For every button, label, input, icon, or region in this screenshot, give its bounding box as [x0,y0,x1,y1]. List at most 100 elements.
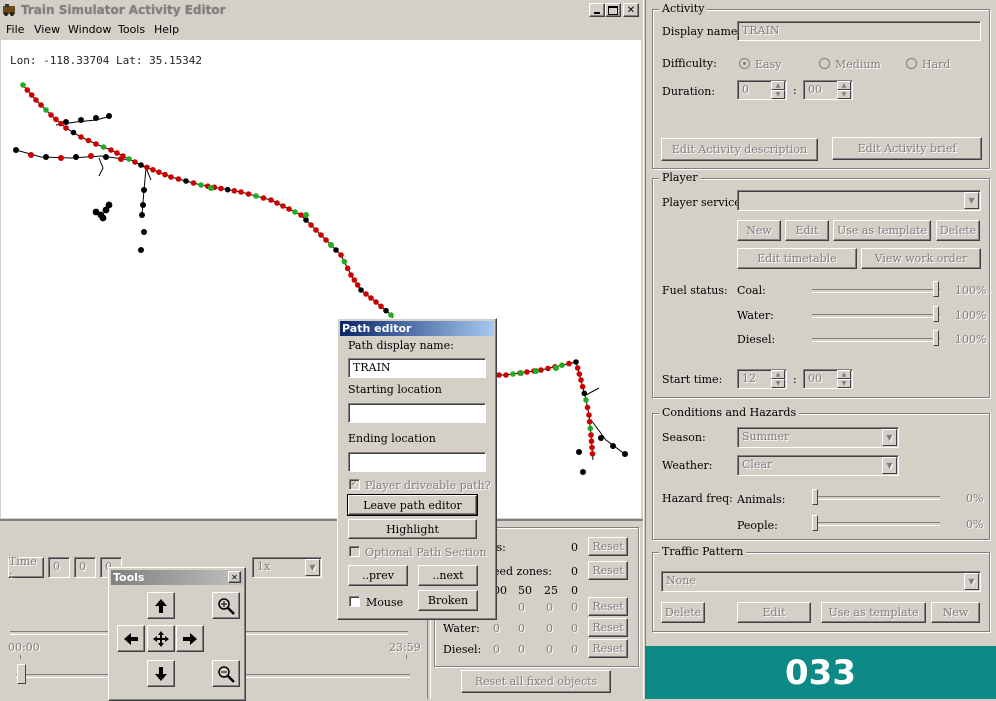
optional-path-checkbox[interactable] [349,546,360,557]
spin-down-icon[interactable]: ▼ [837,379,851,388]
pan-up-button[interactable] [147,592,175,619]
track-node [118,156,124,162]
reset-button-3[interactable]: Reset [588,597,628,616]
reset-button-4[interactable]: Reset [588,618,628,637]
season-select[interactable]: Summer ▼ [737,427,899,448]
edit-activity-brief-button[interactable]: Edit Activity brief [832,137,982,160]
traffic-use-as-template-button[interactable]: Use as template [821,602,926,623]
minimize-button[interactable] [589,3,605,17]
starting-location-input[interactable] [348,403,486,423]
chevron-down-icon[interactable]: ▼ [882,429,897,446]
chevron-down-icon[interactable]: ▼ [305,559,320,576]
traffic-delete-button[interactable]: Delete [661,602,705,623]
player-edit-button[interactable]: Edit [785,220,829,241]
chevron-down-icon[interactable]: ▼ [964,573,979,590]
chevron-down-icon[interactable]: ▼ [882,457,897,474]
reset-all-fixed-objects-button[interactable]: Reset all fixed objects [461,670,611,693]
spin-down-icon[interactable]: ▼ [837,90,851,99]
zoom-in-button[interactable] [212,592,240,619]
ending-location-input[interactable] [348,452,486,472]
traffic-edit-button[interactable]: Edit [737,602,811,623]
reset-button-2[interactable]: Reset [588,561,628,580]
traffic-group-title: Traffic Pattern [659,545,747,558]
duration-hours-spinner[interactable]: ▲ ▼ [771,81,785,99]
time-slider-thumb[interactable] [17,664,26,684]
menu-file[interactable]: File [6,23,24,36]
maximize-button[interactable] [605,3,621,17]
spin-up-icon[interactable]: ▲ [837,370,851,379]
traffic-pattern-select[interactable]: None ▼ [661,571,981,592]
player-delete-button[interactable]: Delete [936,220,980,241]
highlight-button[interactable]: Highlight [348,519,477,539]
track-node [323,237,329,243]
animals-percent: 0% [966,492,984,505]
spin-up-icon[interactable]: ▲ [771,370,785,379]
edit-activity-description-button[interactable]: Edit Activity description [661,138,818,161]
traffic-new-button[interactable]: New [931,602,980,623]
time-field-minutes[interactable]: 0 [74,557,96,578]
track-node [518,370,524,376]
weather-value: Clear [742,458,773,471]
pan-left-button[interactable] [117,625,145,652]
reset-button-1[interactable]: Reset [588,537,628,556]
start-time-hours-spinner[interactable]: ▲ ▼ [771,370,785,388]
track-node [253,193,259,199]
weather-select[interactable]: Clear ▼ [737,455,899,476]
track-segment [22,84,594,461]
map-view[interactable]: Lon: -118.33704 Lat: 35.15342 [1,40,641,518]
spin-up-icon[interactable]: ▲ [837,81,851,90]
pan-down-button[interactable] [147,660,175,687]
water-percent: 100% [955,309,987,322]
diesel-label: Diesel: [443,643,482,656]
weather-label: Weather: [662,459,713,472]
window-title: Train Simulator Activity Editor [21,3,226,17]
spin-down-icon[interactable]: ▼ [771,379,785,388]
prev-button[interactable]: ..prev [348,565,408,586]
next-button[interactable]: ..next [418,565,478,586]
diesel-slider-thumb[interactable] [933,330,939,346]
pan-center-button[interactable] [147,625,175,652]
close-button[interactable]: ✕ [623,3,639,17]
difficulty-medium-radio[interactable] [819,58,830,69]
edit-timetable-button[interactable]: Edit timetable [737,248,857,269]
player-new-button[interactable]: New [737,220,781,241]
chevron-down-icon[interactable]: ▼ [964,192,979,209]
coal-slider-thumb[interactable] [933,281,939,297]
pan-right-button[interactable] [176,625,204,652]
reset-button-5[interactable]: Reset [588,639,628,658]
spin-down-icon[interactable]: ▼ [771,90,785,99]
time-field-hours[interactable]: 0 [48,557,70,578]
menu-tools[interactable]: Tools [118,23,145,36]
spin-up-icon[interactable]: ▲ [771,81,785,90]
people-slider-thumb[interactable] [812,515,818,531]
player-use-as-template-button[interactable]: Use as template [833,220,931,241]
coal-label: Coal: [737,284,766,297]
start-time-minutes-spinner[interactable]: ▲ ▼ [837,370,851,388]
water-slider-thumb[interactable] [933,306,939,322]
zoom-out-button[interactable] [212,660,240,687]
path-display-name-input[interactable]: TRAIN [348,358,486,378]
view-work-order-button[interactable]: View work order [861,248,981,269]
menu-help[interactable]: Help [154,23,179,36]
track-node [33,97,39,103]
leave-path-editor-button[interactable]: Leave path editor [347,494,478,516]
mouse-checkbox[interactable] [349,596,360,607]
tools-close-button[interactable]: ✕ [228,571,241,583]
player-service-select[interactable]: ▼ [737,190,981,211]
time-multiplier-select[interactable]: 1x ▼ [252,557,322,578]
broken-button[interactable]: Broken [418,590,478,611]
track-node [351,277,358,283]
activity-display-name-input[interactable]: TRAIN [737,21,981,41]
path-editor-dialog: Path editor Path display name: TRAIN Sta… [337,318,497,620]
menu-bar: File View Window Tools Help [0,21,643,39]
player-driveable-checkbox[interactable]: ✓ [349,479,360,490]
duration-minutes-spinner[interactable]: ▲ ▼ [837,81,851,99]
track-node [286,206,292,212]
people-slider-track [812,522,940,526]
menu-window[interactable]: Window [68,23,111,36]
time-button[interactable]: Time : [8,555,44,581]
menu-view[interactable]: View [34,23,60,36]
difficulty-hard-radio[interactable] [906,58,917,69]
difficulty-easy-radio[interactable] [739,58,750,69]
animals-slider-thumb[interactable] [812,489,818,505]
